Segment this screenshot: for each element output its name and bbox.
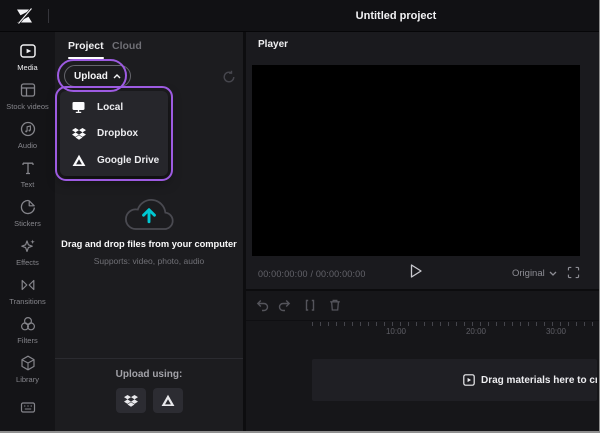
sidebar-item-shortcuts[interactable] — [0, 398, 55, 416]
sidebar: Media Stock videos Audio Text Stickers E… — [0, 32, 55, 431]
upload-using-label: Upload using: — [115, 369, 183, 380]
menu-item-google-drive[interactable]: Google Drive — [60, 147, 168, 173]
sidebar-item-effects[interactable]: Effects — [0, 237, 55, 267]
upload-provider-buttons — [55, 388, 243, 413]
capcut-editor-window: Untitled project Media Stock videos Audi… — [0, 0, 600, 433]
player-title: Player — [258, 39, 289, 50]
tab-active-underline — [68, 57, 104, 59]
player-panel: Player 00:00:00:00 / 00:00:00:00 Origina… — [246, 32, 599, 289]
split-icon[interactable] — [302, 297, 318, 313]
timeline-drop-zone[interactable]: Drag materials here to create fantas — [312, 359, 597, 401]
sidebar-item-audio[interactable]: Audio — [0, 120, 55, 150]
stock-videos-icon — [19, 81, 37, 99]
ruler-label: 20:00 — [465, 327, 487, 336]
menu-item-dropbox[interactable]: Dropbox — [60, 121, 168, 147]
filters-icon — [19, 315, 37, 333]
play-icon[interactable] — [409, 263, 423, 279]
delete-icon[interactable] — [327, 297, 343, 313]
google-drive-icon — [71, 154, 86, 167]
sidebar-item-filters[interactable]: Filters — [0, 315, 55, 345]
ruler-label: 10:00 — [385, 327, 407, 336]
upload-button[interactable]: Upload — [64, 65, 131, 87]
redo-icon[interactable] — [277, 297, 293, 313]
shortcuts-icon — [19, 398, 37, 416]
timecode: 00:00:00:00 / 00:00:00:00 — [258, 269, 366, 279]
sidebar-item-library[interactable]: Library — [0, 354, 55, 384]
timeline-drop-hint: Drag materials here to create fantas — [463, 359, 597, 401]
media-panel-divider — [55, 358, 243, 359]
chevron-down-icon — [549, 271, 557, 276]
dropbox-icon — [71, 127, 86, 140]
upload-menu: Local Dropbox Google Drive — [60, 91, 168, 176]
timeline-panel: 10:00 20:00 30:00 Drag materials here to… — [246, 289, 599, 431]
sidebar-item-stickers[interactable]: Stickers — [0, 198, 55, 228]
topbar-divider — [48, 9, 49, 23]
dropzone-subtitle: Supports: video, photo, audio — [93, 256, 205, 266]
dropzone-title: Drag and drop files from your computer — [61, 239, 237, 249]
google-drive-icon — [161, 394, 175, 407]
dropbox-icon — [123, 394, 138, 407]
chevron-up-icon — [113, 73, 121, 79]
cloud-upload-icon — [117, 191, 181, 235]
google-drive-upload-button[interactable] — [152, 388, 183, 413]
timeline-divider — [246, 320, 599, 321]
ruler-label: 30:00 — [545, 327, 567, 336]
sidebar-item-transitions[interactable]: Transitions — [0, 276, 55, 306]
undo-icon[interactable] — [254, 297, 270, 313]
text-icon — [19, 159, 37, 177]
media-panel: Project Cloud Upload Local Dropbox Googl… — [55, 32, 243, 431]
tab-project[interactable]: Project — [68, 40, 104, 52]
refresh-icon[interactable] — [222, 70, 236, 84]
topbar: Untitled project — [0, 0, 599, 32]
ratio-dropdown[interactable]: Original — [512, 268, 557, 279]
sidebar-item-stock-videos[interactable]: Stock videos — [0, 81, 55, 111]
media-icon — [19, 42, 37, 60]
tab-cloud[interactable]: Cloud — [112, 40, 142, 52]
timeline-ruler — [312, 322, 597, 326]
media-clip-icon — [463, 374, 475, 386]
dropbox-upload-button[interactable] — [115, 388, 146, 413]
project-title[interactable]: Untitled project — [356, 10, 437, 22]
video-preview — [252, 65, 580, 256]
capcut-logo-icon[interactable] — [15, 8, 34, 24]
library-icon — [19, 354, 37, 372]
audio-icon — [19, 120, 37, 138]
stickers-icon — [19, 198, 37, 216]
monitor-icon — [71, 100, 86, 114]
transitions-icon — [19, 276, 37, 294]
effects-icon — [19, 237, 37, 255]
menu-item-local[interactable]: Local — [60, 94, 168, 120]
sidebar-item-media[interactable]: Media — [0, 42, 55, 72]
fullscreen-icon[interactable] — [567, 266, 580, 279]
sidebar-item-text[interactable]: Text — [0, 159, 55, 189]
